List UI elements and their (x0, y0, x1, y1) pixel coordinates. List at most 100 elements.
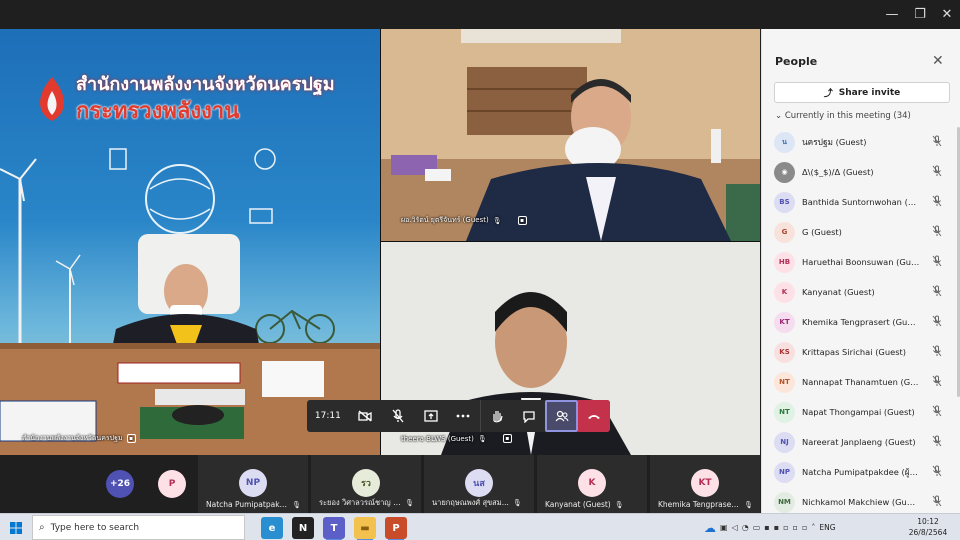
participant-row[interactable]: NP Natcha Pumipatpakdee (ผู้เยี่... (762, 457, 960, 487)
participant-row[interactable]: NT Nannapat Thanamtuen (Gue... (762, 367, 960, 397)
more-icon[interactable] (447, 400, 480, 432)
current-meeting-heading[interactable]: ⌄ Currently in this meeting (34) (775, 111, 911, 121)
edge-icon[interactable]: e (261, 517, 283, 539)
mic-off-icon[interactable] (932, 375, 942, 390)
close-icon[interactable]: ✕ (932, 53, 944, 69)
raise-hand-icon[interactable] (479, 400, 513, 432)
mic-off-icon[interactable] (932, 165, 942, 180)
heading-text: Currently in this meeting (34) (784, 111, 911, 121)
video-tile-energy-office[interactable]: สำนักงานพลังงานจังหวัดนครปฐม กระทรวงพลัง… (0, 29, 380, 455)
mic-off-icon[interactable] (932, 405, 942, 420)
camera-off-icon[interactable] (349, 400, 382, 432)
video-feed-director (381, 29, 760, 241)
overflow-participants-badge[interactable]: +26 (106, 470, 134, 498)
mic-off-icon: 🎙 (614, 500, 624, 509)
tile-name: ผอ.วิรัตน์ ยุตรีจันทร์ (Guest) (401, 216, 489, 224)
people-icon[interactable] (545, 400, 579, 432)
mic-off-icon[interactable] (932, 255, 942, 270)
tray-icon[interactable]: ▫ (793, 523, 798, 532)
participant-row[interactable]: NJ Nareerat Janplaeng (Guest) (762, 427, 960, 457)
mic-off-icon: 🎙 (292, 500, 301, 509)
close-window-button[interactable]: ✕ (933, 0, 960, 29)
mic-off-icon[interactable] (932, 345, 942, 360)
people-panel: People ✕ ⤴ Share invite ⌄ Currently in t… (761, 29, 960, 513)
line-app-icon[interactable]: ▣ (720, 523, 728, 532)
participant-row[interactable]: KS Krittapas Sirichai (Guest) (762, 337, 960, 367)
taskbar-clock[interactable]: 10:12 26/8/2564 (908, 516, 948, 538)
participant-row[interactable]: G G (Guest) (762, 217, 960, 247)
video-tile-director[interactable]: ผอ.วิรัตน์ ยุตรีจันทร์ (Guest) 🎙 ▪ (381, 29, 760, 241)
avatar: G (774, 221, 795, 243)
chat-icon[interactable] (513, 400, 546, 432)
participant-row[interactable]: BS Banthida Suntornwohan (Gu... (762, 187, 960, 217)
participant-name: นครปฐม (Guest) (802, 137, 867, 147)
teams-window: — ❐ ✕ สำนักงานพลังงานจังหวัดนครปฐม กระทร… (0, 0, 960, 540)
app-glyph: P (392, 522, 400, 534)
onedrive-icon[interactable]: ☁ (704, 521, 716, 535)
strip-participant-tile[interactable]: K Kanyanat (Guest) 🎙 (537, 455, 647, 513)
strip-participant-name: นายกฤษณพงศ์ สุขสม... 🎙 (432, 497, 527, 509)
minimize-button[interactable]: — (878, 0, 906, 29)
strip-participant-name: Natcha Pumipatpakd... 🎙 (206, 500, 301, 509)
strip-participant-tile[interactable]: นส นายกฤษณพงศ์ สุขสม... 🎙 (424, 455, 534, 513)
participant-name: Khemika Tengprasert (Guest) (802, 317, 920, 327)
mic-off-icon[interactable] (382, 400, 415, 432)
strip-participant-tile[interactable]: NP Natcha Pumipatpakd... 🎙 (198, 455, 308, 513)
participant-avatar-p[interactable]: P (158, 470, 186, 498)
share-invite-button[interactable]: ⤴ Share invite (774, 82, 950, 103)
mic-off-icon: 🎙 (744, 500, 753, 509)
tray-icon[interactable]: ▪ (774, 523, 779, 532)
banner-line-2: กระทรวงพลังงาน (76, 99, 240, 124)
explorer-icon[interactable]: ▬ (354, 517, 376, 540)
participant-row[interactable]: HB Haruethai Boonsuwan (Guest) (762, 247, 960, 277)
share-icon: ⤴ (823, 89, 833, 99)
participant-name: Kanyanat (Guest) (802, 287, 875, 297)
participant-row[interactable]: K Kanyanat (Guest) (762, 277, 960, 307)
participant-name: Natcha Pumipatpakdee (ผู้เยี่... (802, 467, 920, 477)
participant-name: ระยอง วิศาลวรณ์ชาญ (G... (319, 498, 402, 507)
mic-off-icon[interactable] (932, 465, 942, 480)
chevron-up-icon[interactable]: ˄ (811, 523, 815, 532)
notion-icon[interactable]: N (292, 517, 314, 539)
strip-participant-tile[interactable]: KT Khemika Tengprasert... 🎙 (650, 455, 760, 513)
tray-icon[interactable]: ▫ (802, 523, 807, 532)
windows-start-button[interactable] (0, 514, 32, 540)
share-invite-label: Share invite (838, 87, 901, 98)
mic-off-icon[interactable] (932, 285, 942, 300)
tray-icon[interactable]: ▪ (764, 523, 769, 532)
participant-row[interactable]: KT Khemika Tengprasert (Guest) (762, 307, 960, 337)
mic-off-icon[interactable] (932, 195, 942, 210)
strip-participant-tile[interactable]: รว ระยอง วิศาลวรณ์ชาญ (G... 🎙 (311, 455, 421, 513)
mic-off-icon[interactable] (932, 225, 942, 240)
language-indicator[interactable]: ENG (819, 523, 835, 532)
avatar: NP (239, 469, 267, 497)
participant-name: นายกฤษณพงศ์ สุขสม... (432, 498, 509, 507)
participant-row[interactable]: น นครปฐม (Guest) (762, 127, 960, 157)
restore-button[interactable]: ❐ (906, 0, 934, 29)
participant-icon: ▪ (517, 216, 527, 225)
speaker-icon[interactable]: ◁ (732, 523, 738, 532)
tray-icon[interactable]: ▫ (783, 523, 788, 532)
mic-off-icon[interactable] (932, 495, 942, 510)
participant-row[interactable]: NT Napat Thongampai (Guest) (762, 397, 960, 427)
wifi-icon[interactable]: ◔ (742, 523, 749, 532)
tile-name: สำนักงานพลังงานจังหวัดนครปฐม (22, 434, 123, 442)
participant-name: Banthida Suntornwohan (Gu... (802, 197, 920, 207)
clock-date: 26/8/2564 (908, 528, 948, 537)
mic-off-icon[interactable] (932, 135, 942, 150)
taskbar-search-box[interactable]: ⌕ Type here to search (32, 515, 245, 540)
participant-icon: ▪ (502, 434, 512, 443)
teams-icon[interactable]: T (323, 517, 345, 540)
avatar: น (774, 131, 795, 153)
strip-participant-name: Kanyanat (Guest) 🎙 (545, 500, 640, 509)
mic-off-icon[interactable] (932, 435, 942, 450)
powerpoint-icon[interactable]: P (385, 517, 407, 540)
mic-off-icon[interactable] (932, 315, 942, 330)
system-tray: ☁ ▣ ◁ ◔ ▭ ▪ ▪ ▫ ▫ ▫ ˄ ENG (704, 514, 836, 540)
participant-row[interactable]: ◉ Δ\($_$)/Δ (Guest) (762, 157, 960, 187)
avatar: KT (691, 469, 719, 497)
hang-up-icon[interactable] (578, 400, 610, 432)
share-screen-icon[interactable] (414, 400, 447, 432)
battery-icon[interactable]: ▭ (753, 523, 761, 532)
taskbar: ⌕ Type here to search e N T ▬ P ☁ ▣ ◁ ◔ ▭ ▪ … (0, 513, 960, 540)
